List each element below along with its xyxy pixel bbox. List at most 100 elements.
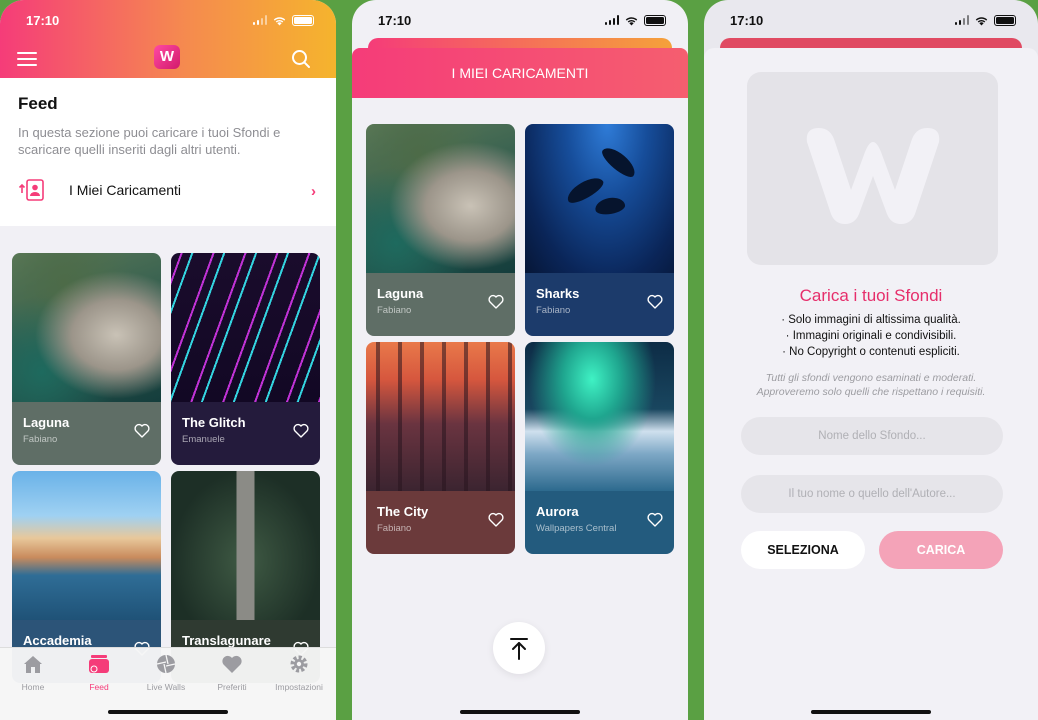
wallpaper-name: The City bbox=[377, 504, 429, 519]
rule-item: · Solo immagini di altissima qualità. bbox=[781, 314, 961, 326]
upload-user-icon bbox=[18, 179, 44, 201]
home-indicator bbox=[811, 710, 931, 714]
wallpaper-image bbox=[366, 124, 515, 273]
heart-icon[interactable] bbox=[647, 294, 663, 309]
upload-rules: · Solo immagini di altissima qualità. · … bbox=[704, 312, 1038, 360]
wallpaper-footer: Laguna Fabiano bbox=[366, 273, 515, 336]
home-icon bbox=[24, 656, 42, 673]
wallpaper-footer: Sharks Fabiano bbox=[525, 273, 674, 336]
upload-title: Carica i tuoi Sfondi bbox=[799, 286, 943, 305]
tab-live-walls[interactable]: Live Walls bbox=[136, 654, 196, 692]
upload-button[interactable]: CARICA bbox=[879, 531, 1003, 569]
wallpaper-image bbox=[525, 342, 674, 491]
heart-icon[interactable] bbox=[488, 294, 504, 309]
heart-icon bbox=[222, 655, 242, 673]
wifi-icon bbox=[273, 16, 286, 25]
wallpaper-image bbox=[525, 124, 674, 273]
moderation-note: Tutti gli sfondi vengono esaminati e mod… bbox=[704, 371, 1038, 399]
wallpaper-image bbox=[12, 471, 161, 620]
tab-impostazioni[interactable]: Impostazioni bbox=[269, 654, 329, 692]
tab-label: Home bbox=[21, 682, 45, 692]
upload-form-screen: 17:10 Carica i tuoi Sfondi · Solo immagi… bbox=[704, 0, 1038, 720]
wallpaper-footer: Laguna Fabiano bbox=[12, 402, 161, 465]
status-bar: 17:10 bbox=[352, 0, 688, 40]
rule-item: · No Copyright o contenuti espliciti. bbox=[782, 346, 960, 358]
page-title: I MIEI CARICAMENTI bbox=[451, 65, 589, 81]
home-indicator bbox=[108, 710, 228, 714]
wallpaper-name-input[interactable] bbox=[741, 417, 1003, 455]
status-bar: 17:10 bbox=[704, 0, 1038, 40]
tab-label: Live Walls bbox=[146, 682, 186, 692]
feed-description: In questa sezione puoi caricare i tuoi S… bbox=[18, 125, 281, 157]
wallpaper-author: Fabiano bbox=[377, 523, 412, 534]
shark-shape bbox=[593, 195, 627, 217]
wallpaper-card[interactable]: The Glitch Emanuele bbox=[171, 253, 320, 465]
wallpaper-footer: The Glitch Emanuele bbox=[171, 402, 320, 465]
page-title: Feed bbox=[18, 94, 58, 113]
wallpaper-author: Fabiano bbox=[23, 434, 58, 445]
wallpaper-footer: Aurora Wallpapers Central bbox=[525, 491, 674, 554]
sheet-header: I MIEI CARICAMENTI bbox=[352, 48, 688, 98]
tab-home[interactable]: Home bbox=[3, 654, 63, 692]
wallpaper-author: Fabiano bbox=[377, 305, 412, 316]
wallpaper-card[interactable]: Laguna Fabiano bbox=[366, 124, 515, 336]
wallpaper-name: Accademia bbox=[23, 633, 92, 648]
author-name-input[interactable] bbox=[741, 475, 1003, 513]
wallpaper-name: Laguna bbox=[23, 415, 70, 430]
wallpaper-image bbox=[171, 471, 320, 620]
wallpaper-card[interactable]: The City Fabiano bbox=[366, 342, 515, 554]
tab-feed[interactable]: Feed bbox=[69, 654, 129, 692]
shark-shape bbox=[598, 143, 640, 181]
status-time: 17:10 bbox=[730, 12, 764, 28]
wallpaper-image bbox=[171, 253, 320, 402]
app-logo: W bbox=[154, 45, 180, 69]
wallpaper-author: Fabiano bbox=[536, 305, 571, 316]
my-uploads-row[interactable]: I Miei Caricamenti › bbox=[0, 174, 336, 210]
wallpaper-card[interactable]: Laguna Fabiano bbox=[12, 253, 161, 465]
heart-icon[interactable] bbox=[647, 512, 663, 527]
signal-icon bbox=[604, 15, 619, 25]
scroll-to-top-button[interactable] bbox=[493, 622, 545, 674]
status-time: 17:10 bbox=[378, 12, 412, 28]
wallpaper-card[interactable]: Aurora Wallpapers Central bbox=[525, 342, 674, 554]
arrow-up-to-top-icon bbox=[510, 638, 528, 660]
wallpaper-author: Emanuele bbox=[182, 434, 225, 445]
heart-icon[interactable] bbox=[293, 423, 309, 438]
note-line: Approveremo solo quelli che rispettano i… bbox=[756, 386, 986, 398]
home-indicator bbox=[460, 710, 580, 714]
tab-label: Preferiti bbox=[217, 682, 247, 692]
my-uploads-label: I Miei Caricamenti bbox=[69, 182, 182, 198]
menu-icon[interactable] bbox=[17, 52, 37, 66]
image-preview-placeholder[interactable] bbox=[747, 72, 998, 265]
wallpaper-name: Laguna bbox=[377, 286, 424, 301]
wifi-icon bbox=[625, 16, 638, 25]
tab-label: Impostazioni bbox=[275, 682, 323, 692]
wallpaper-card[interactable]: Sharks Fabiano bbox=[525, 124, 674, 336]
wallpaper-name: Translagunare bbox=[182, 633, 271, 648]
wallpaper-name: Sharks bbox=[536, 286, 580, 301]
tab-preferiti[interactable]: Preferiti bbox=[202, 654, 262, 692]
heart-icon[interactable] bbox=[488, 512, 504, 527]
feed-screen: 17:10 W Feed In questa sezione puoi cari… bbox=[0, 0, 336, 720]
battery-icon bbox=[292, 14, 314, 26]
chevron-right-icon: › bbox=[311, 183, 316, 200]
signal-icon bbox=[954, 15, 969, 25]
rule-item: · Immagini originali e condivisibili. bbox=[785, 330, 957, 342]
search-icon[interactable] bbox=[291, 49, 311, 69]
logo-watermark-icon bbox=[806, 128, 940, 224]
tab-label: Feed bbox=[89, 682, 109, 692]
status-time: 17:10 bbox=[26, 12, 60, 28]
my-uploads-screen: 17:10 I MIEI CARICAMENTI Laguna Fabiano … bbox=[352, 0, 688, 720]
feed-intro-card: Feed In questa sezione puoi caricare i t… bbox=[0, 78, 336, 226]
wallpaper-footer: The City Fabiano bbox=[366, 491, 515, 554]
battery-icon bbox=[644, 14, 666, 26]
heart-icon[interactable] bbox=[134, 423, 150, 438]
wallpaper-author: Wallpapers Central bbox=[536, 523, 617, 534]
wallpaper-image bbox=[12, 253, 161, 402]
gear-icon bbox=[290, 655, 308, 673]
wallpaper-name: The Glitch bbox=[182, 415, 246, 430]
note-line: Tutti gli sfondi vengono esaminati e mod… bbox=[765, 372, 977, 384]
wallpaper-image bbox=[366, 342, 515, 491]
select-image-button[interactable]: SELEZIONA bbox=[741, 531, 865, 569]
battery-icon bbox=[994, 14, 1016, 26]
